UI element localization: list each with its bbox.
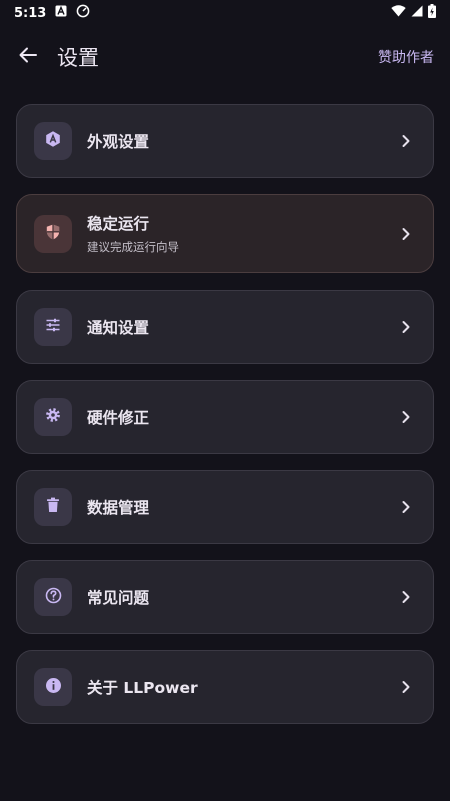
chevron-right-icon [399, 227, 413, 241]
icon-container [34, 578, 72, 616]
settings-item-notifications[interactable]: 通知设置 [16, 290, 434, 364]
appearance-icon [44, 130, 62, 152]
chevron-right-icon [399, 320, 413, 334]
settings-item-title: 关于 LLPower [87, 679, 198, 697]
icon-container [34, 398, 72, 436]
tune-sliders-icon [45, 317, 61, 337]
trash-icon [46, 497, 60, 517]
settings-item-title: 硬件修正 [87, 409, 150, 427]
icon-container [34, 214, 72, 253]
icon-container [34, 122, 72, 160]
shield-icon [44, 223, 62, 245]
icon-container [34, 308, 72, 346]
page-title: 设置 [57, 46, 99, 70]
icon-container [34, 488, 72, 526]
help-question-icon [45, 587, 62, 608]
chevron-right-icon [399, 500, 413, 514]
gear-icon [45, 407, 61, 427]
speedometer-icon [76, 4, 90, 22]
info-icon [45, 677, 62, 698]
settings-item-title: 常见问题 [87, 589, 150, 607]
signal-icon [411, 5, 423, 21]
notification-a-icon [55, 5, 67, 21]
arrow-back-icon [18, 45, 38, 69]
settings-item-about[interactable]: 关于 LLPower [16, 650, 434, 724]
icon-container [34, 668, 72, 706]
chevron-right-icon [399, 680, 413, 694]
settings-item-data-management[interactable]: 数据管理 [16, 470, 434, 544]
wifi-icon [391, 5, 406, 21]
settings-item-stable-running[interactable]: 稳定运行 建议完成运行向导 [16, 194, 434, 273]
settings-item-hardware-fix[interactable]: 硬件修正 [16, 380, 434, 454]
settings-item-title: 通知设置 [87, 319, 150, 337]
settings-item-faq[interactable]: 常见问题 [16, 560, 434, 634]
settings-list: 外观设置 稳定运行 建议完成运行向导 通知设置 硬件修正 数据管理 常见问题 关… [16, 104, 434, 740]
app-bar: 设置 赞助作者 [0, 30, 450, 84]
chevron-right-icon [399, 134, 413, 148]
settings-item-title: 外观设置 [87, 133, 150, 151]
chevron-right-icon [399, 410, 413, 424]
sponsor-author-button[interactable]: 赞助作者 [378, 47, 434, 67]
settings-item-title: 稳定运行 [87, 215, 150, 233]
battery-charging-icon [428, 4, 436, 22]
settings-item-appearance[interactable]: 外观设置 [16, 104, 434, 178]
status-bar: 5:13 [0, 0, 450, 26]
back-button[interactable] [14, 43, 42, 71]
chevron-right-icon [399, 590, 413, 604]
settings-item-subtitle: 建议完成运行向导 [87, 240, 179, 254]
settings-item-title: 数据管理 [87, 499, 150, 517]
status-time: 5:13 [14, 5, 47, 21]
